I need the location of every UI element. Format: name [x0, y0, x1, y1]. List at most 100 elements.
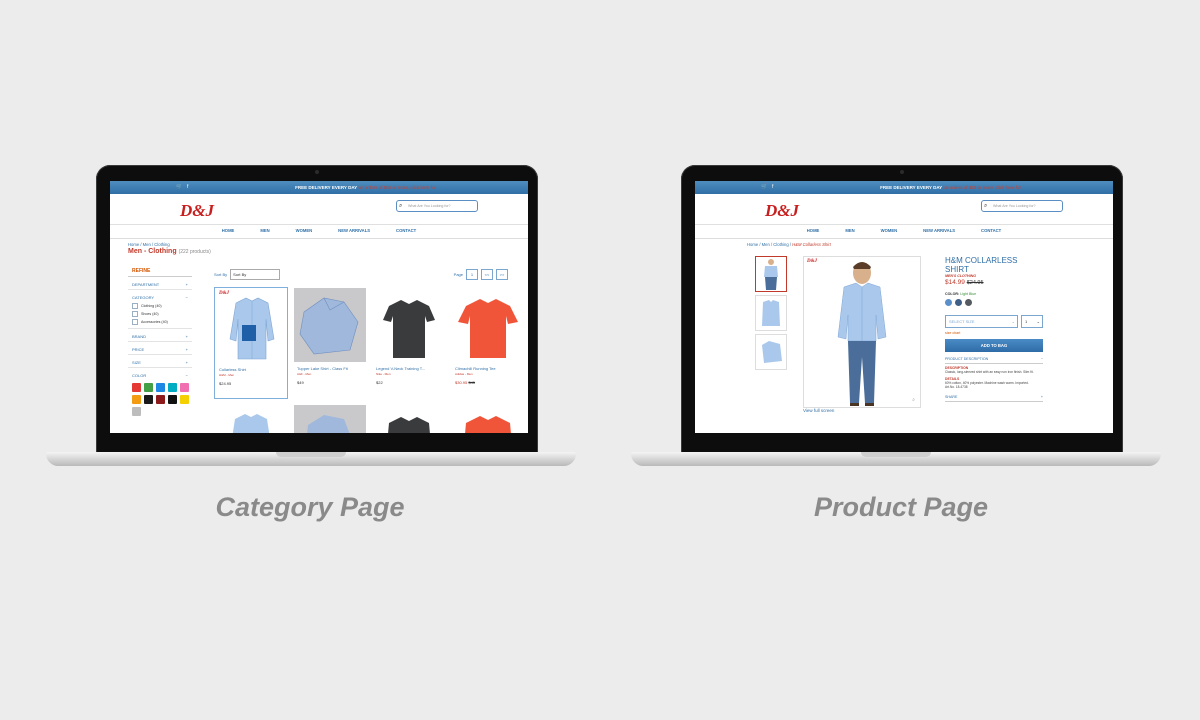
nav-new-arrivals[interactable]: NEW ARRIVALS — [923, 228, 955, 233]
product-card[interactable] — [372, 404, 446, 433]
search-input[interactable]: ⌕ What Are You Looking for? — [981, 200, 1063, 212]
nav-women[interactable]: WOMEN — [881, 228, 898, 233]
color-label: COLOR: Light Blue — [945, 292, 977, 296]
product-info: H&M COLLARLESS SHIRT MEN'S CLOTHING $14.… — [945, 256, 1043, 402]
color-swatch[interactable] — [168, 383, 177, 392]
color-option[interactable] — [965, 299, 972, 306]
product-image[interactable] — [373, 288, 445, 362]
product-card[interactable]: Climachill Running Tee Adidas - Men $30.… — [451, 287, 525, 399]
product-image[interactable] — [215, 405, 287, 433]
promo-banner[interactable]: FREE DELIVERY EVERY DAY on orders of $50… — [295, 185, 436, 190]
nav-home[interactable]: HOME — [222, 228, 235, 233]
facet-size[interactable]: SIZE + — [128, 355, 192, 368]
nav-contact[interactable]: CONTACT — [396, 228, 416, 233]
page-input[interactable]: 1 — [466, 268, 478, 280]
color-swatch[interactable] — [168, 395, 177, 404]
size-select[interactable]: SELECT SIZE ⌄ — [945, 315, 1018, 328]
plaid-shirt-image — [299, 297, 359, 355]
nav-women[interactable]: WOMEN — [296, 228, 313, 233]
main-product-image[interactable]: ⌕ D&J — [803, 256, 921, 408]
product-price: $30.95 $45 — [455, 380, 476, 385]
nav-home[interactable]: HOME — [807, 228, 820, 233]
color-swatch[interactable] — [144, 395, 153, 404]
color-option[interactable] — [955, 299, 962, 306]
color-swatch[interactable] — [180, 395, 189, 404]
nav-men[interactable]: MEN — [260, 228, 269, 233]
color-swatches — [128, 380, 192, 419]
product-image[interactable] — [452, 288, 524, 362]
zoom-icon[interactable]: ⌕ — [912, 397, 915, 403]
color-swatch[interactable] — [144, 383, 153, 392]
main-nav: HOME MEN WOMEN NEW ARRIVALS CONTACT — [110, 225, 528, 239]
thumbnail[interactable] — [755, 334, 787, 370]
facebook-icon[interactable]: f — [187, 185, 192, 190]
color-swatch[interactable] — [156, 383, 165, 392]
thumbnail[interactable] — [755, 256, 787, 292]
product-image[interactable] — [294, 288, 366, 362]
sort-toolbar: Sort By Sort By Page 1 << >> — [214, 267, 508, 281]
product-card[interactable] — [214, 404, 288, 433]
size-qty-row: SELECT SIZE ⌄ 1 ⌄ — [945, 306, 1043, 328]
minus-icon: − — [1040, 357, 1043, 361]
facet-brand[interactable]: BRAND + — [128, 329, 192, 342]
nav-contact[interactable]: CONTACT — [981, 228, 1001, 233]
product-image[interactable] — [294, 405, 366, 433]
product-image[interactable]: D&J — [216, 289, 288, 363]
product-name[interactable]: Climachill Running Tee — [451, 363, 525, 371]
product-image[interactable] — [373, 405, 445, 433]
sort-select[interactable]: Sort By — [230, 268, 281, 280]
site-logo[interactable]: D&J — [180, 201, 214, 221]
product-name[interactable]: Legend V-Neck Training T... — [372, 363, 446, 371]
color-swatch[interactable] — [156, 395, 165, 404]
facet-color[interactable]: COLOR − — [128, 368, 192, 380]
product-price: $14.99 $24.95 — [945, 279, 984, 286]
product-card[interactable]: D&J Collarless Shirt H&M - Men $24.95 — [214, 287, 288, 399]
nav-men[interactable]: MEN — [845, 228, 854, 233]
quantity-select[interactable]: 1 ⌄ — [1021, 315, 1043, 328]
refine-heading: REFINE — [128, 266, 192, 277]
promo-banner[interactable]: FREE DELIVERY EVERY DAY on orders of $50… — [880, 185, 1021, 190]
view-full-screen-link[interactable]: View full screen — [803, 408, 834, 413]
facet-price[interactable]: PRICE + — [128, 342, 192, 355]
share-toggle[interactable]: SHARE + — [945, 390, 1043, 402]
category-option[interactable]: Accessories (40) — [128, 318, 192, 329]
size-chart-link[interactable]: size chart — [945, 328, 1043, 335]
facet-category[interactable]: CATEGORY − — [128, 290, 192, 302]
product-card[interactable]: Tupper Lake Shirt - Class Fit A&F - Men … — [293, 287, 367, 399]
filter-sidebar: REFINE DEPARTMENT + CATEGORY − Clothing (4… — [128, 266, 192, 419]
camera — [900, 170, 904, 174]
color-option[interactable] — [945, 299, 952, 306]
search-input[interactable]: ⌕ What Are You Looking for? — [396, 200, 478, 212]
product-card[interactable] — [451, 404, 525, 433]
color-swatch[interactable] — [132, 383, 141, 392]
breadcrumb[interactable]: Home / Men / Clothing — [110, 239, 528, 247]
nav-new-arrivals[interactable]: NEW ARRIVALS — [338, 228, 370, 233]
breadcrumb[interactable]: Home / Men / Clothing / H&M Collarless S… — [695, 239, 1113, 247]
category-screen: 🛒 f FREE DELIVERY EVERY DAY on orders of… — [110, 181, 528, 433]
facebook-icon[interactable]: f — [772, 185, 777, 190]
prev-page-button[interactable]: << — [481, 268, 493, 280]
product-name[interactable]: Collarless Shirt — [215, 364, 287, 372]
cart-icon[interactable]: 🛒 — [176, 185, 182, 190]
next-page-button[interactable]: >> — [496, 268, 508, 280]
add-to-bag-button[interactable]: ADD TO BAG — [945, 339, 1043, 352]
plus-icon: + — [185, 360, 188, 365]
facet-department[interactable]: DEPARTMENT + — [128, 277, 192, 290]
product-card[interactable] — [293, 404, 367, 433]
color-swatch[interactable] — [132, 407, 141, 416]
product-description-toggle[interactable]: PRODUCT DESCRIPTION − — [945, 352, 1043, 364]
product-card[interactable]: Legend V-Neck Training T... Nike - Men $… — [372, 287, 446, 399]
color-swatch[interactable] — [180, 383, 189, 392]
product-image[interactable] — [452, 405, 524, 433]
chevron-down-icon: ⌄ — [1011, 319, 1015, 324]
category-option[interactable]: Clothing (40) — [128, 302, 192, 310]
page-label: Page — [453, 271, 463, 277]
product-name[interactable]: Tupper Lake Shirt - Class Fit — [293, 363, 367, 371]
top-bar: 🛒 f FREE DELIVERY EVERY DAY on orders of… — [695, 181, 1113, 194]
cart-icon[interactable]: 🛒 — [761, 185, 767, 190]
site-logo[interactable]: D&J — [765, 201, 799, 221]
plus-icon: + — [185, 347, 188, 352]
thumbnail[interactable] — [755, 295, 787, 331]
category-option[interactable]: Shoes (40) — [128, 310, 192, 318]
color-swatch[interactable] — [132, 395, 141, 404]
